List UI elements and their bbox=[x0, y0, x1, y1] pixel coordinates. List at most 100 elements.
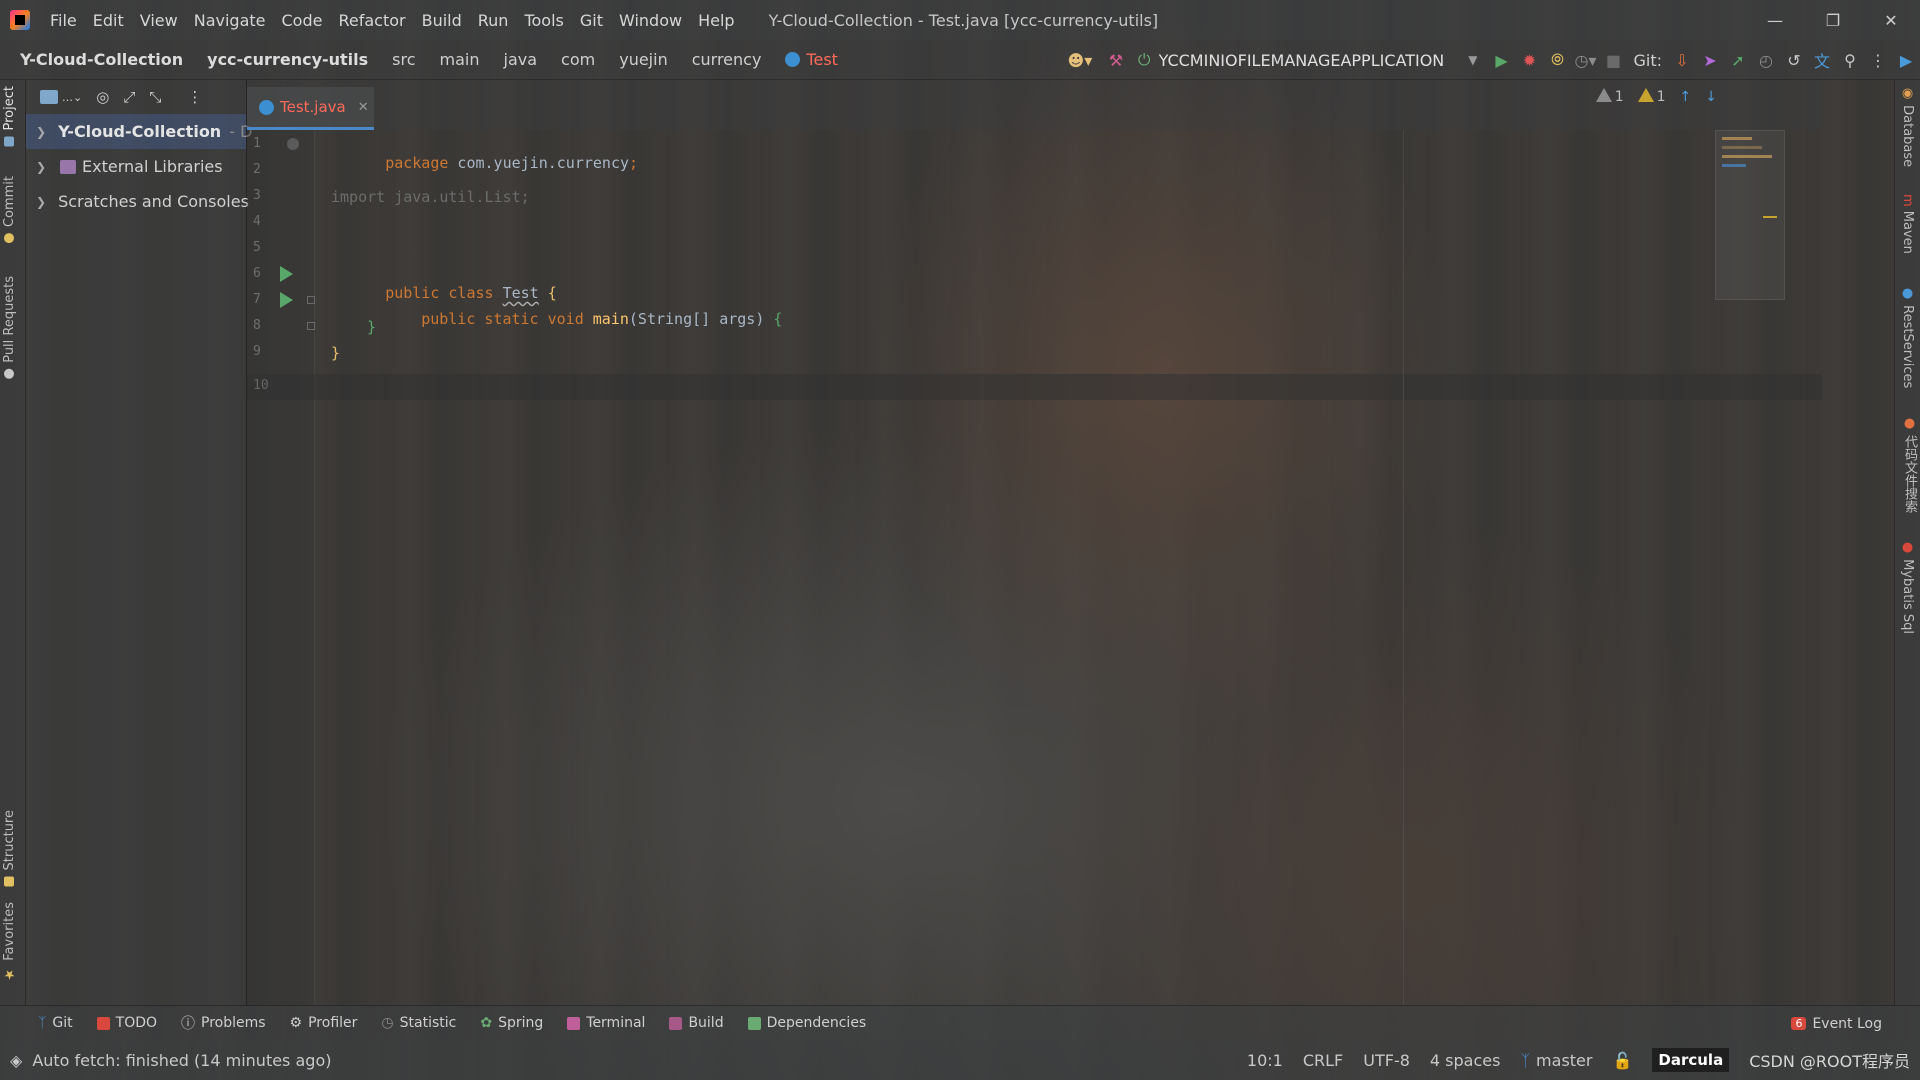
breadcrumb-java[interactable]: java bbox=[492, 50, 550, 69]
menu-navigate[interactable]: Navigate bbox=[186, 11, 274, 30]
close-icon[interactable]: ✕ bbox=[1862, 0, 1920, 40]
tool-window-statistic[interactable]: ◷ Statistic bbox=[381, 1015, 456, 1031]
breadcrumb-project[interactable]: Y-Cloud-Collection bbox=[0, 50, 195, 69]
tab-maven[interactable]: m Maven bbox=[1900, 194, 1915, 254]
jetbrains-toolbox-icon[interactable]: ▶ bbox=[1892, 46, 1920, 74]
debug-icon[interactable]: ✹ bbox=[1515, 46, 1543, 74]
tab-structure[interactable]: Structure bbox=[2, 810, 17, 887]
tab-commit-label: Commit bbox=[2, 176, 17, 228]
tool-window-label: Build bbox=[688, 1015, 724, 1031]
warning-count[interactable]: 1 bbox=[1637, 88, 1666, 105]
weak-warning-count[interactable]: 1 bbox=[1595, 88, 1624, 105]
tool-window-spring[interactable]: ✿ Spring bbox=[480, 1015, 543, 1031]
menu-code[interactable]: Code bbox=[274, 11, 331, 30]
run-main-gutter-icon[interactable] bbox=[280, 292, 293, 308]
run-with-coverage-icon[interactable]: ⦾ bbox=[1543, 46, 1571, 74]
fold-icon[interactable] bbox=[307, 322, 315, 330]
tool-window-event-log[interactable]: 6 Event Log bbox=[1791, 1006, 1882, 1041]
translate-icon[interactable]: 文 bbox=[1808, 46, 1836, 74]
menu-refactor[interactable]: Refactor bbox=[330, 11, 413, 30]
tab-commit[interactable]: Commit bbox=[2, 176, 17, 244]
menu-git[interactable]: Git bbox=[572, 11, 611, 30]
breadcrumb-main[interactable]: main bbox=[428, 50, 492, 69]
code-minimap[interactable] bbox=[1715, 130, 1785, 300]
tree-item-external-libraries[interactable]: ❯ External Libraries bbox=[26, 149, 246, 184]
previous-highlight-icon[interactable]: ↑ bbox=[1680, 89, 1692, 105]
chevron-right-icon[interactable]: ❯ bbox=[36, 195, 46, 209]
search-icon[interactable]: ⚲ bbox=[1836, 46, 1864, 74]
run-class-gutter-icon[interactable] bbox=[280, 266, 293, 282]
rollback-icon[interactable]: ↺ bbox=[1780, 46, 1808, 74]
tool-window-todo[interactable]: TODO bbox=[96, 1015, 157, 1031]
build-hammer-icon[interactable]: ⚒ bbox=[1102, 46, 1130, 74]
run-icon[interactable]: ▶ bbox=[1487, 46, 1515, 74]
code-with-me-icon[interactable]: ☻▾ bbox=[1066, 46, 1094, 74]
caret-position[interactable]: 10:1 bbox=[1247, 1051, 1283, 1070]
restore-icon[interactable]: ❐ bbox=[1804, 0, 1862, 40]
menu-run[interactable]: Run bbox=[470, 11, 517, 30]
menu-help[interactable]: Help bbox=[690, 11, 742, 30]
panel-options-icon[interactable]: ⋮ bbox=[187, 88, 202, 106]
git-update-icon[interactable]: ⇩ bbox=[1668, 46, 1696, 74]
chevron-right-icon[interactable]: ❯ bbox=[36, 160, 54, 174]
collapse-all-icon[interactable]: ⤡ bbox=[149, 88, 161, 106]
breadcrumb-yuejin[interactable]: yuejin bbox=[607, 50, 679, 69]
breadcrumb-class[interactable]: Test bbox=[773, 50, 850, 69]
project-view-selector[interactable]: …⌄ bbox=[40, 90, 82, 104]
weak-warning-count-label: 1 bbox=[1614, 89, 1624, 105]
menu-view[interactable]: View bbox=[132, 11, 186, 30]
error-stripe-marker[interactable] bbox=[1763, 216, 1777, 218]
code-editor[interactable]: package com.yuejin.currency; import java… bbox=[247, 130, 1822, 1005]
tab-project[interactable]: Project bbox=[2, 86, 17, 147]
git-push-icon[interactable]: ➚ bbox=[1724, 46, 1752, 74]
tab-code-search[interactable]: ● 代码文件搜索 bbox=[1900, 416, 1919, 513]
menu-window[interactable]: Window bbox=[611, 11, 690, 30]
breadcrumb-src[interactable]: src bbox=[380, 50, 427, 69]
editor-tab-test-java[interactable]: Test.java ✕ bbox=[247, 87, 374, 130]
status-message[interactable]: ◈ Auto fetch: finished (14 minutes ago) bbox=[10, 1051, 331, 1070]
tab-mybatis-sql[interactable]: ● Mybatis Sql bbox=[1900, 540, 1915, 634]
run-configuration-selector[interactable]: ⏻ YCCMINIOFILEMANAGEAPPLICATION ▼ bbox=[1138, 50, 1478, 70]
git-commit-icon[interactable]: ➤ bbox=[1696, 46, 1724, 74]
menu-file[interactable]: File bbox=[42, 11, 85, 30]
tool-window-problems[interactable]: ⓘ Problems bbox=[181, 1013, 266, 1033]
file-encoding[interactable]: UTF-8 bbox=[1363, 1051, 1410, 1070]
tab-favorites[interactable]: ★ Favorites bbox=[2, 902, 17, 982]
next-highlight-icon[interactable]: ↓ bbox=[1705, 89, 1717, 105]
tool-window-profiler[interactable]: ⚙ Profiler bbox=[290, 1015, 358, 1031]
theme-indicator[interactable]: Darcula bbox=[1652, 1048, 1730, 1072]
indent-setting[interactable]: 4 spaces bbox=[1430, 1051, 1501, 1070]
tab-pull-requests[interactable]: Pull Requests bbox=[2, 276, 17, 379]
tree-item-project-root[interactable]: ❯ Y-Cloud-Collection - D bbox=[26, 114, 252, 149]
close-tab-icon[interactable]: ✕ bbox=[358, 100, 369, 115]
git-branch-widget[interactable]: ᛉ master bbox=[1520, 1051, 1592, 1070]
lock-icon[interactable]: 🔓 bbox=[1612, 1051, 1632, 1070]
profile-icon[interactable]: ◷▾ bbox=[1571, 46, 1599, 74]
locate-file-icon[interactable]: ◎ bbox=[96, 88, 109, 106]
tool-window-git[interactable]: ᛉ Git bbox=[38, 1015, 73, 1031]
history-icon[interactable]: ◴ bbox=[1752, 46, 1780, 74]
tool-window-build[interactable]: Build bbox=[669, 1015, 724, 1031]
minimize-icon[interactable]: — bbox=[1746, 0, 1804, 40]
current-line-highlight bbox=[247, 374, 1822, 400]
commit-icon bbox=[4, 233, 15, 244]
tab-restservices[interactable]: ● RestServices bbox=[1900, 286, 1915, 388]
tool-window-terminal[interactable]: Terminal bbox=[567, 1015, 645, 1031]
breadcrumb-com[interactable]: com bbox=[549, 50, 607, 69]
menu-edit[interactable]: Edit bbox=[85, 11, 132, 30]
tab-database[interactable]: ◉ Database bbox=[1900, 86, 1915, 167]
expand-all-icon[interactable]: ⤢ bbox=[123, 88, 135, 106]
folder-icon bbox=[40, 90, 58, 104]
menu-build[interactable]: Build bbox=[414, 11, 470, 30]
breadcrumb-module[interactable]: ycc-currency-utils bbox=[195, 50, 380, 69]
stop-icon[interactable]: ■ bbox=[1599, 46, 1627, 74]
menu-tools[interactable]: Tools bbox=[516, 11, 571, 30]
inspection-widget[interactable]: 1 1 ↑ ↓ bbox=[1595, 88, 1717, 105]
more-options-icon[interactable]: ⋮ bbox=[1864, 46, 1892, 74]
breadcrumb-currency[interactable]: currency bbox=[680, 50, 774, 69]
tool-window-dependencies[interactable]: Dependencies bbox=[747, 1015, 866, 1031]
fold-icon[interactable] bbox=[307, 296, 315, 304]
chevron-right-icon[interactable]: ❯ bbox=[36, 125, 46, 139]
tree-item-scratches[interactable]: ❯ Scratches and Consoles bbox=[26, 184, 249, 219]
line-separator[interactable]: CRLF bbox=[1303, 1051, 1343, 1070]
